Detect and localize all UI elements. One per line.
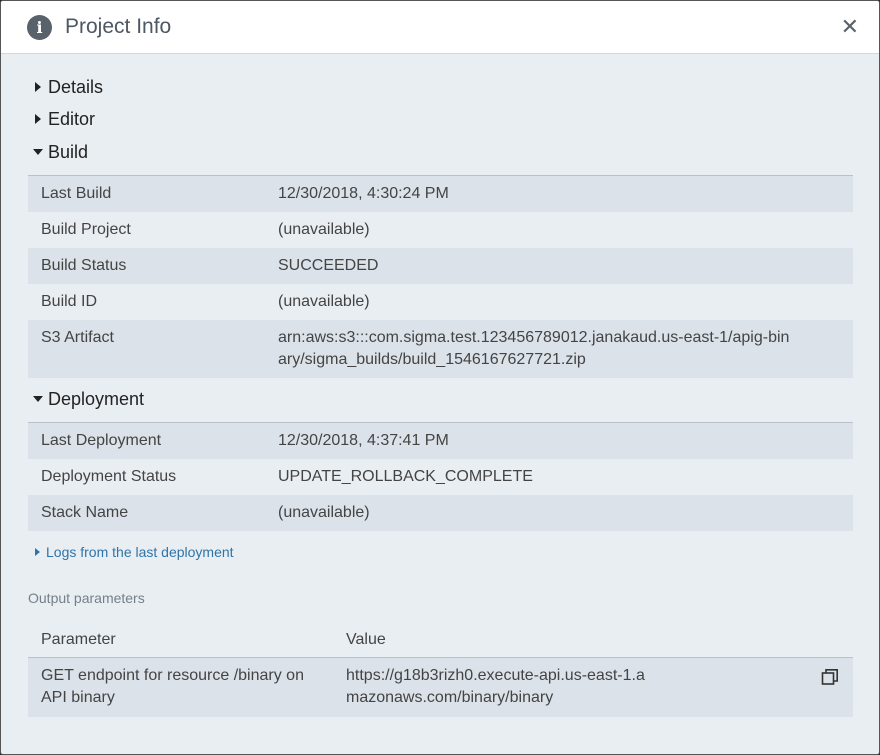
project-info-dialog: i Project Info ✕ Details Editor Build La… [0,0,880,755]
close-icon[interactable]: ✕ [841,15,859,39]
table-row: Deployment Status UPDATE_ROLLBACK_COMPLE… [28,459,853,495]
section-editor-label: Editor [48,108,96,129]
row-value: SUCCEEDED [278,257,379,274]
row-key: Build Status [41,257,127,274]
row-value: 12/30/2018, 4:37:41 PM [278,432,449,449]
table-row: Last Deployment 12/30/2018, 4:37:41 PM [28,423,853,459]
section-editor[interactable]: Editor [28,107,95,131]
caret-down-icon [33,396,43,402]
copy-icon[interactable] [821,668,839,686]
row-key: Build ID [41,293,98,310]
table-row: Stack Name (unavailable) [28,495,853,531]
row-value: UPDATE_ROLLBACK_COMPLETE [278,468,533,485]
section-build[interactable]: Build [28,140,88,164]
caret-right-icon [35,82,41,92]
table-row: Build ID (unavailable) [28,284,853,320]
table-row: Last Build 12/30/2018, 4:30:24 PM [28,176,853,212]
table-row: S3 Artifact arn:aws:s3:::com.sigma.test.… [28,320,853,378]
output-param: GET endpoint for resource /binary on API… [41,667,304,706]
row-key: S3 Artifact [41,329,114,346]
row-key: Deployment Status [41,468,177,485]
row-key: Last Build [41,185,112,202]
section-details-label: Details [48,76,104,97]
output-parameters-label: Output parameters [28,590,145,606]
caret-right-icon [35,548,40,556]
output-table-header: Parameter Value [28,623,853,658]
row-value: (unavailable) [278,293,370,310]
caret-down-icon [33,149,43,155]
dialog-title: Project Info [65,15,172,38]
section-build-label: Build [48,141,89,162]
row-value: 12/30/2018, 4:30:24 PM [278,185,449,202]
section-deployment[interactable]: Deployment [28,387,144,411]
section-details[interactable]: Details [28,75,103,99]
table-row: Build Status SUCCEEDED [28,248,853,284]
row-key: Last Deployment [41,432,162,449]
section-deployment-label: Deployment [48,388,145,409]
header-parameter: Parameter [41,631,116,648]
row-value: (unavailable) [278,221,370,238]
logs-link[interactable]: Logs from the last deployment [35,544,234,560]
deployment-table: Last Deployment 12/30/2018, 4:37:41 PM D… [28,422,853,531]
info-icon: i [27,14,52,40]
caret-right-icon [35,114,41,124]
row-key: Build Project [41,221,131,238]
table-row: Build Project (unavailable) [28,212,853,248]
output-table: Parameter Value GET endpoint for resourc… [28,623,853,717]
build-table: Last Build 12/30/2018, 4:30:24 PM Build … [28,175,853,378]
row-value: arn:aws:s3:::com.sigma.test.123456789012… [278,329,790,368]
row-value: (unavailable) [278,504,370,521]
header-value: Value [346,631,386,648]
output-value: https://g18b3rizh0.execute-api.us-east-1… [346,667,645,706]
dialog-header: i Project Info ✕ [1,1,879,54]
table-row: GET endpoint for resource /binary on API… [28,658,853,717]
logs-link-label: Logs from the last deployment [46,544,234,560]
row-key: Stack Name [41,504,129,521]
